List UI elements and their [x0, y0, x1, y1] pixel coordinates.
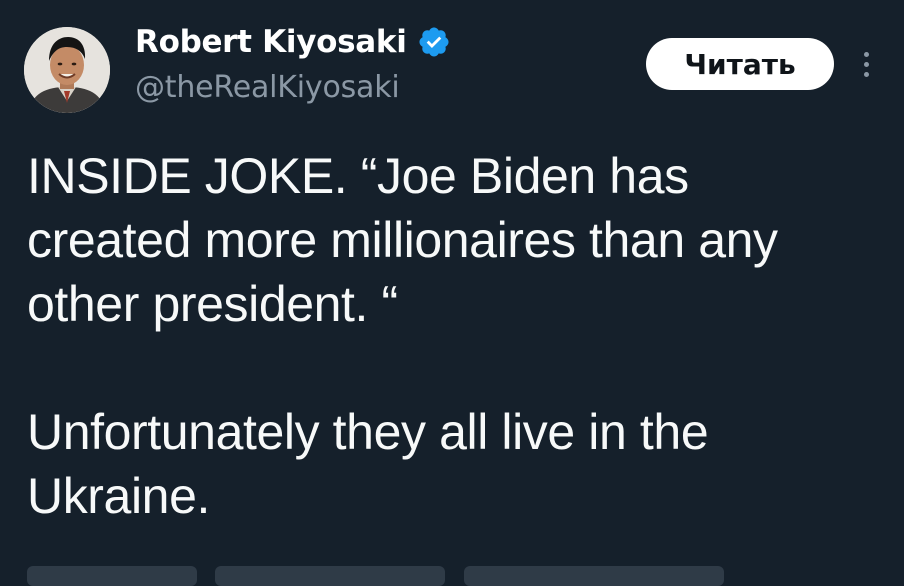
- cut-off-text-fragment: [463, 566, 724, 586]
- user-handle[interactable]: @theRealKiyosaki: [135, 70, 451, 105]
- display-name[interactable]: Robert Kiyosaki: [135, 24, 407, 60]
- more-dot: [863, 71, 869, 77]
- author-info: Robert Kiyosaki @theRealKiyosaki: [135, 20, 451, 105]
- verified-badge-icon[interactable]: [417, 25, 451, 59]
- tweet-text: INSIDE JOKE. “Joe Biden has created more…: [27, 144, 887, 528]
- avatar[interactable]: [24, 27, 110, 113]
- more-dot: [863, 51, 869, 57]
- more-vertical-icon[interactable]: [852, 44, 880, 84]
- name-row: Robert Kiyosaki: [135, 20, 451, 64]
- follow-button[interactable]: Читать: [646, 38, 834, 90]
- cut-off-text-fragment: [215, 566, 446, 586]
- tweet-card: Robert Kiyosaki @theRealKiyosaki Читать …: [0, 0, 904, 586]
- tweet-paragraph: INSIDE JOKE. “Joe Biden has created more…: [27, 148, 778, 332]
- cut-off-next-line: [27, 566, 887, 586]
- tweet-paragraph: Unfortunately they all live in the Ukrai…: [27, 404, 709, 524]
- cut-off-text-fragment: [27, 566, 197, 586]
- more-dot: [863, 61, 869, 67]
- profile-photo-icon: [24, 27, 110, 113]
